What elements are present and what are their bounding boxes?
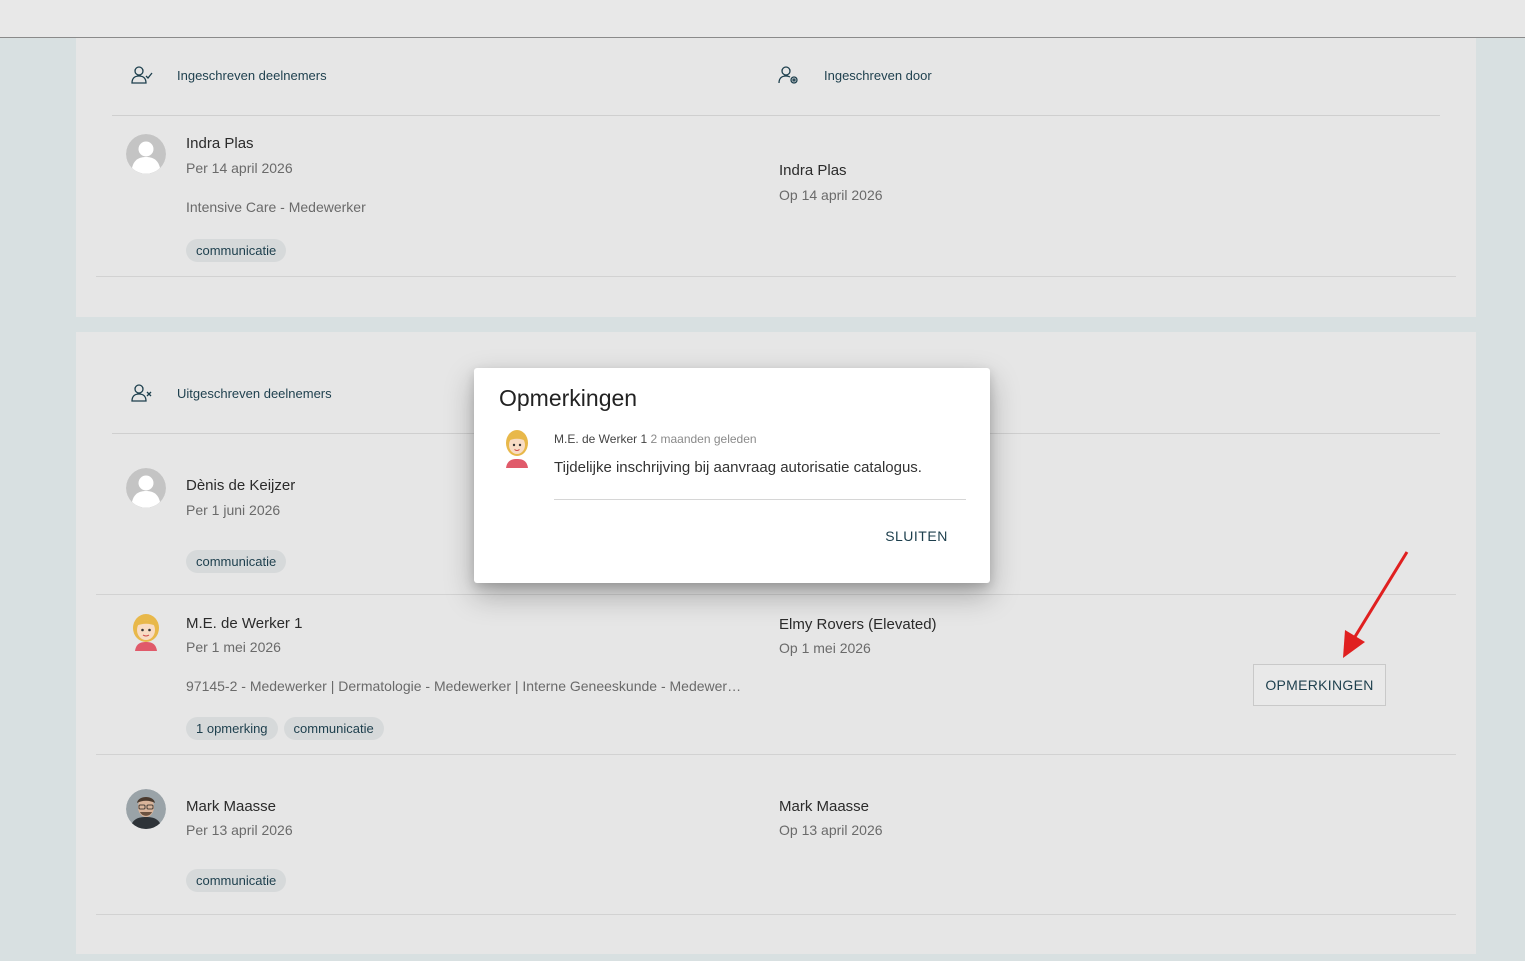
- photo-avatar: [126, 789, 166, 829]
- comment-text: Tijdelijke inschrijving bij aanvraag aut…: [554, 459, 922, 476]
- unenrolled-by-name: Elmy Rovers (Elevated): [779, 616, 937, 633]
- enrolled-by-label: Ingeschreven door: [824, 67, 932, 83]
- tag-list: 1 opmerking communicatie: [186, 717, 384, 740]
- unenrolled-by-date: Op 1 mei 2026: [779, 640, 871, 656]
- participant-name: M.E. de Werker 1: [186, 615, 303, 632]
- participant-description: Intensive Care - Medewerker: [186, 199, 366, 215]
- comments-dialog: Opmerkingen M.E. de Werker 1 2 maanden g…: [474, 368, 990, 583]
- default-avatar-icon: [126, 134, 166, 174]
- enrolled-participants-heading: Ingeschreven deelnemers: [131, 65, 327, 85]
- user-check-icon: [131, 66, 153, 84]
- dialog-title: Opmerkingen: [499, 385, 638, 411]
- tag-list: communicatie: [186, 239, 287, 262]
- tag-communicatie: communicatie: [186, 550, 287, 573]
- comment-meta: M.E. de Werker 1 2 maanden geleden: [554, 432, 757, 446]
- participant-description: 97145-2 - Medewerker | Dermatologie - Me…: [186, 678, 746, 694]
- enrolled-section: Ingeschreven deelnemers Ingeschreven doo…: [76, 38, 1476, 317]
- enrolled-by-name: Indra Plas: [779, 162, 847, 179]
- unenrolled-by-name: Mark Maasse: [779, 798, 870, 815]
- unenrolled-participants-label: Uitgeschreven deelnemers: [177, 385, 332, 401]
- user-settings-icon: [778, 66, 798, 84]
- participant-name: Indra Plas: [186, 135, 254, 152]
- participant-row: M.E. de Werker 1 Per 1 mei 2026 97145-2 …: [96, 595, 1456, 755]
- participant-date: Per 1 juni 2026: [186, 502, 281, 518]
- cartoon-woman-avatar: [501, 428, 533, 470]
- default-avatar-icon: [126, 468, 166, 508]
- user-remove-icon: [131, 384, 152, 402]
- tag-communicatie: communicatie: [283, 717, 384, 740]
- participant-date: Per 13 april 2026: [186, 822, 293, 838]
- enrolled-by-heading: Ingeschreven door: [778, 65, 932, 85]
- top-bar: [0, 0, 1525, 38]
- unenrolled-by-date: Op 13 april 2026: [779, 822, 883, 838]
- unenrolled-participants-heading: Uitgeschreven deelnemers: [131, 383, 332, 403]
- opmerkingen-button[interactable]: OPMERKINGEN: [1253, 664, 1386, 706]
- tag-list: communicatie: [186, 869, 287, 892]
- participant-row: Indra Plas Per 14 april 2026 Intensive C…: [96, 116, 1456, 277]
- comment-time: 2 maanden geleden: [650, 432, 757, 446]
- annotation-arrow-icon: [1343, 551, 1409, 658]
- close-button[interactable]: SLUITEN: [874, 522, 959, 550]
- comment-author: M.E. de Werker 1: [554, 432, 648, 446]
- divider: [554, 499, 966, 500]
- enrolled-participants-label: Ingeschreven deelnemers: [177, 67, 327, 83]
- enrolled-header: Ingeschreven deelnemers Ingeschreven doo…: [112, 38, 1440, 116]
- cartoon-woman-avatar: [126, 611, 166, 651]
- tag-communicatie: communicatie: [186, 239, 287, 262]
- participant-name: Dènis de Keijzer: [186, 477, 296, 494]
- tag-communicatie: communicatie: [186, 869, 287, 892]
- tag-opmerking[interactable]: 1 opmerking: [186, 717, 278, 740]
- participant-date: Per 1 mei 2026: [186, 639, 281, 655]
- participant-name: Mark Maasse: [186, 798, 277, 815]
- participant-row: Mark Maasse Per 13 april 2026 communicat…: [96, 755, 1456, 915]
- enrolled-by-date: Op 14 april 2026: [779, 187, 883, 203]
- tag-list: communicatie: [186, 550, 287, 573]
- participant-date: Per 14 april 2026: [186, 160, 293, 176]
